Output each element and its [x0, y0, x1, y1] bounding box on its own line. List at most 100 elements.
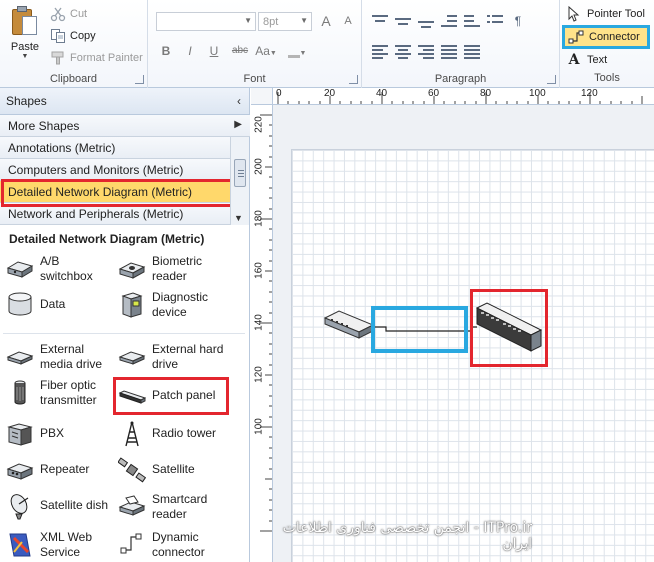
bullets-icon[interactable]	[487, 14, 503, 28]
align-top-icon[interactable]	[372, 14, 388, 28]
text-tool-icon: A	[566, 52, 582, 68]
ruler-label: 0	[276, 88, 282, 99]
shape-diagnostic-device[interactable]: Diagnostic device	[118, 290, 236, 320]
drawing-canvas[interactable]	[273, 105, 654, 562]
shape-external-media-drive[interactable]: External media drive	[6, 342, 124, 372]
shape-satellite[interactable]: Satellite	[117, 456, 236, 484]
shape-radio-tower[interactable]: Radio tower	[118, 420, 236, 448]
grow-font-button[interactable]: A	[316, 12, 336, 30]
shape-external-hard-drive[interactable]: External hard drive	[118, 342, 236, 372]
ruler-label: 220	[253, 116, 265, 133]
font-size-dropdown[interactable]: 8pt ▼	[258, 12, 312, 31]
scroll-down-icon[interactable]: ▼	[234, 213, 243, 223]
smartcard-reader-icon	[118, 492, 146, 520]
shape-pbx[interactable]: PBX	[6, 420, 124, 448]
paragraph-dialog-launcher-icon[interactable]	[547, 75, 556, 84]
shape-repeater[interactable]: Repeater	[6, 456, 124, 484]
media-drive-icon	[6, 342, 34, 370]
chevron-down-icon: ▼	[244, 16, 252, 25]
ruler-corner	[251, 88, 273, 105]
font-color-button[interactable]: ▼	[284, 42, 310, 60]
change-case-button[interactable]: Aa▼	[254, 42, 278, 60]
bold-label: B	[161, 44, 171, 58]
watermark-text: ITPro.ir - انجمن تخصصی فناوری اطلاعات ای…	[282, 520, 532, 552]
stencil-list-scrollbar[interactable]: ▼	[230, 137, 249, 225]
paragraph-top-row: ¶	[372, 14, 526, 32]
stencil-computers-and-monitors[interactable]: Computers and Monitors (Metric)	[0, 159, 230, 181]
shape-label: Repeater	[40, 462, 90, 476]
vertical-ruler[interactable]: 220 200 180 160 140 120 100	[251, 105, 273, 562]
highlight-box-patch-panel	[113, 377, 229, 415]
format-painter-button[interactable]: Format Painter	[50, 48, 143, 68]
align-bottom-icon[interactable]	[418, 14, 434, 28]
font-dialog-launcher-icon[interactable]	[349, 75, 358, 84]
switch-shape[interactable]	[323, 310, 375, 339]
justify-icon[interactable]	[441, 44, 457, 59]
pointer-tool-button[interactable]: Pointer Tool	[566, 4, 645, 23]
increase-indent-icon[interactable]	[464, 14, 480, 28]
align-right-icon[interactable]	[418, 44, 434, 59]
highlight-box-stencil	[1, 179, 236, 207]
radio-tower-icon	[118, 420, 146, 448]
shape-ab-switchbox[interactable]: A/B switchbox	[6, 254, 124, 284]
switchbox-icon	[6, 254, 34, 282]
ruler-label: 120	[253, 366, 265, 383]
more-shapes-menu[interactable]: More Shapes ▶	[0, 115, 250, 137]
ruler-label: 40	[376, 88, 388, 99]
font-name-dropdown[interactable]: ▼	[156, 12, 256, 31]
font-size-value: 8pt	[263, 15, 279, 28]
shapes-pane-header: Shapes ‹	[0, 88, 249, 115]
shape-group-divider	[3, 333, 245, 334]
shape-biometric-reader[interactable]: Biometric reader	[118, 254, 236, 284]
font-group: ▼ 8pt ▼ A A B I U abc Aa▼ ▼ Font	[148, 0, 362, 88]
stencil-annotations[interactable]: Annotations (Metric)	[0, 137, 230, 159]
strikethrough-label: abc	[231, 45, 249, 56]
connector-tool-label: Connector	[589, 31, 640, 43]
shape-label: Smartcard reader	[152, 492, 208, 521]
chevron-down-icon: ▼	[21, 53, 29, 60]
shape-data[interactable]: Data	[6, 290, 124, 318]
decrease-indent-icon[interactable]	[441, 14, 457, 28]
align-middle-icon[interactable]	[395, 14, 411, 28]
diagnostic-device-icon	[118, 290, 146, 318]
paragraph-group: ¶ Paragraph	[362, 0, 560, 88]
shape-fiber-optic-transmitter[interactable]: Fiber optic transmitter	[6, 378, 124, 408]
copy-button[interactable]: Copy	[50, 26, 96, 46]
strikethrough-button[interactable]: abc	[228, 42, 252, 60]
distribute-icon[interactable]	[464, 44, 480, 59]
stencil-label: Annotations (Metric)	[8, 140, 116, 155]
underline-button[interactable]: U	[204, 42, 224, 60]
text-tool-button[interactable]: A Text	[566, 50, 608, 69]
ruler-label: 200	[253, 158, 265, 175]
shrink-font-label: A	[344, 15, 352, 27]
bold-button[interactable]: B	[156, 42, 176, 60]
chevron-right-icon: ▶	[234, 119, 242, 130]
xml-web-service-icon	[6, 530, 34, 558]
shapes-pane-title: Shapes	[6, 94, 47, 108]
connector-tool-button[interactable]: Connector	[562, 25, 650, 49]
shape-smartcard-reader[interactable]: Smartcard reader	[118, 492, 236, 522]
scrollbar-thumb[interactable]	[234, 159, 246, 187]
shape-dynamic-connector[interactable]: Dynamic connector	[118, 530, 236, 560]
italic-button[interactable]: I	[180, 42, 200, 60]
ruler-label: 180	[253, 210, 265, 227]
shape-xml-web-service[interactable]: XML Web Service	[6, 530, 124, 560]
font-color-icon	[287, 46, 300, 58]
shrink-font-button[interactable]: A	[338, 12, 358, 30]
italic-label: I	[188, 44, 192, 58]
cut-button[interactable]: Cut	[50, 4, 87, 24]
horizontal-ruler[interactable]: 0 20 40 60 80 100 120	[273, 88, 654, 105]
shape-label: External hard drive	[152, 342, 224, 371]
align-center-icon[interactable]	[395, 44, 411, 59]
clipboard-dialog-launcher-icon[interactable]	[135, 75, 144, 84]
ruler-label: 60	[428, 88, 440, 99]
paste-button[interactable]: Paste ▼	[4, 4, 46, 66]
paste-icon	[12, 6, 38, 36]
paragraph-mark-icon[interactable]: ¶	[510, 14, 526, 28]
biometric-reader-icon	[118, 254, 146, 282]
shape-satellite-dish[interactable]: Satellite dish	[6, 492, 124, 520]
scissors-icon	[50, 6, 66, 22]
collapse-pane-icon[interactable]: ‹	[237, 94, 241, 108]
ruler-label: 160	[253, 262, 265, 279]
align-left-icon[interactable]	[372, 44, 388, 59]
